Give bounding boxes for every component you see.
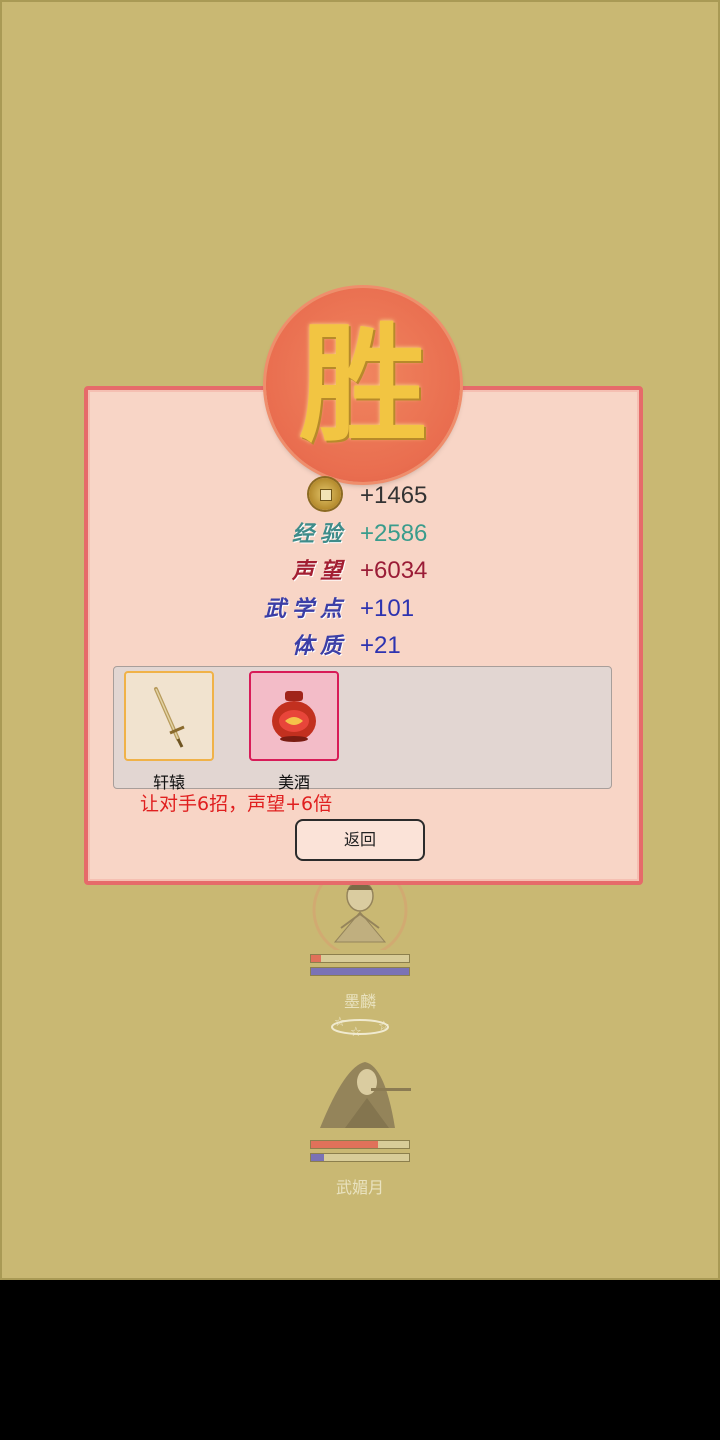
item-slot-meijiu[interactable]: 美酒: [248, 671, 340, 793]
reward-label: 经验: [291, 521, 348, 547]
game-screen: 墨麟 ☆ ☆ ☆ 武媚月 胜 +1465 经验 +2586 声望 +6034 武…: [0, 0, 720, 1280]
reward-value: +6034: [360, 557, 428, 584]
coin-icon: [309, 478, 341, 510]
reward-exp: 经验 +2586: [84, 516, 635, 552]
stars-icon: ☆ ☆ ☆: [300, 1014, 420, 1044]
character-name: 武媚月: [335, 1178, 384, 1197]
victory-seal: 胜: [266, 288, 460, 482]
character-wumeiyue[interactable]: 武媚月: [300, 1056, 420, 1198]
hp-bar: [310, 1140, 410, 1149]
victory-seal-text: 胜: [298, 310, 427, 460]
reward-value: +1465: [360, 482, 428, 509]
reward-value: +21: [360, 632, 401, 659]
character-portrait: [305, 1056, 415, 1136]
character-molin[interactable]: 墨麟 ☆ ☆ ☆: [300, 862, 420, 1044]
bonus-effect-text: 让对手6招，声望+6倍: [140, 793, 333, 815]
reward-value: +2586: [360, 520, 428, 547]
mp-bar: [310, 1153, 410, 1162]
reward-martial-points: 武学点 +101: [84, 591, 635, 627]
reward-label: 体质: [291, 633, 348, 659]
reward-coin: +1465: [84, 478, 635, 514]
svg-text:☆: ☆: [334, 1015, 346, 1030]
reward-constitution: 体质 +21: [84, 628, 635, 664]
reward-label: 武学点: [263, 596, 348, 622]
svg-text:☆: ☆: [378, 1019, 390, 1034]
item-drop-panel: 轩辕 美酒: [113, 666, 612, 792]
wine-jar-icon: [272, 691, 316, 742]
sword-icon: [154, 687, 185, 748]
system-bar-area: [0, 1280, 720, 1440]
item-slot-xuanyuan[interactable]: 轩辕: [123, 671, 215, 793]
reward-label: 声望: [291, 558, 348, 584]
reward-value: +101: [360, 595, 415, 622]
character-name: 墨麟: [343, 992, 376, 1011]
svg-text:☆: ☆: [350, 1025, 362, 1040]
back-button[interactable]: 返回: [295, 819, 425, 861]
mp-bar: [310, 967, 410, 976]
hp-bar: [310, 954, 410, 963]
reward-fame: 声望 +6034: [84, 553, 635, 589]
item-icon-frame: [249, 671, 339, 761]
item-icon-frame: [124, 671, 214, 761]
